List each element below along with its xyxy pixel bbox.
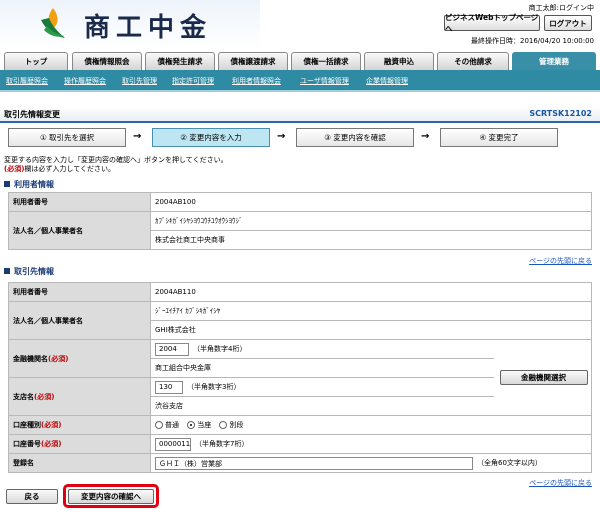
account-type-special-radio[interactable] xyxy=(219,421,228,429)
sub-navigation: 取引履歴照会 操作履歴照会 取引先管理 指定許可管理 利用者情報照会 ユーザ情報… xyxy=(0,70,600,90)
subnav-transaction-history[interactable]: 取引履歴照会 xyxy=(6,76,48,86)
user-name-kana: ｶﾌﾞｼｷｶﾞｲｼﾔｼﾖｳｺｳﾁﾕｳｵｳｼﾖｳｼﾞ xyxy=(150,211,592,231)
brand-logo-text: 商工中金 xyxy=(84,13,213,43)
subnav-divider xyxy=(0,90,600,92)
tab-loan-application[interactable]: 融資申込 xyxy=(364,52,434,70)
user-number-label: 利用者番号 xyxy=(8,192,151,212)
bank-code-note: （半角数字4桁） xyxy=(193,345,247,353)
tab-management[interactable]: 管理業務 xyxy=(512,52,596,70)
user-name-value: 株式会社商工中央商事 xyxy=(150,230,592,250)
account-type-label: 口座種別(必須) xyxy=(8,415,151,435)
subnav-user-info-inquiry[interactable]: 利用者情報照会 xyxy=(232,76,281,86)
step-arrow-icon: → xyxy=(277,131,286,142)
subnav-user-management[interactable]: ユーザ情報管理 xyxy=(300,76,349,86)
bank-select-button[interactable]: 金融機関選択 xyxy=(499,369,588,385)
bank-code-cell: 2004 （半角数字4桁） xyxy=(150,339,494,359)
user-name-label: 法人名／個人事業者名 xyxy=(8,211,151,250)
partner-user-number-label: 利用者番号 xyxy=(8,282,151,302)
required-tag: (必須) xyxy=(34,392,55,401)
partner-name-label: 法人名／個人事業者名 xyxy=(8,301,151,340)
branch-code-input[interactable]: 130 xyxy=(155,380,183,394)
partner-user-number-value: 2004AB110 xyxy=(150,282,592,302)
branch-name-label: 支店名(必須) xyxy=(8,377,151,416)
branch-code-cell: 130 （半角数字3桁） xyxy=(150,377,494,397)
page-title-bar: 取引先情報変更 SCRTSK12102 xyxy=(0,106,600,123)
account-type-current-radio[interactable] xyxy=(187,421,196,429)
logout-button[interactable]: ログアウト xyxy=(544,15,592,31)
last-operation-time: 最終操作日時：2016/04/20 10:00:00 xyxy=(470,37,594,45)
bank-select-cell: 金融機関選択 xyxy=(493,339,592,416)
bank-name-label: 金融機関名(必須) xyxy=(8,339,151,378)
tab-top[interactable]: トップ xyxy=(4,52,68,70)
tab-other-requests[interactable]: その他請求 xyxy=(437,52,509,70)
tab-claim-issue[interactable]: 債権発生請求 xyxy=(145,52,215,70)
account-number-input[interactable]: 0000011 xyxy=(155,437,191,451)
user-number-value: 2004AB100 xyxy=(150,192,592,212)
step-enter-changes: ② 変更内容を入力 xyxy=(152,128,270,147)
tab-bulk-request[interactable]: 債権一括請求 xyxy=(291,52,361,70)
user-info-heading: 利用者情報 xyxy=(4,179,54,190)
header: 商工中金 商工太郎:ログイン中 ビジネスWebトップページへ ログアウト 最終操… xyxy=(0,0,600,50)
step-confirm-changes: ③ 変更内容を確認 xyxy=(296,128,414,147)
bank-code-input[interactable]: 2004 xyxy=(155,342,189,356)
subnav-permission-management[interactable]: 指定許可管理 xyxy=(172,76,214,86)
user-info-table: 利用者番号 2004AB100 法人名／個人事業者名 ｶﾌﾞｼｷｶﾞｲｼﾔｼﾖｳ… xyxy=(8,192,592,250)
step-arrow-icon: → xyxy=(421,131,430,142)
biz-web-top-button[interactable]: ビジネスWebトップページへ xyxy=(444,13,540,33)
subnav-operation-history[interactable]: 操作履歴照会 xyxy=(64,76,106,86)
section-square-icon xyxy=(4,181,10,187)
required-tag: (必須) xyxy=(41,421,62,429)
step-select-partner: ① 取引先を選択 xyxy=(8,128,126,147)
section-square-icon xyxy=(4,268,10,274)
required-tag: (必須) xyxy=(48,354,69,363)
tab-claim-transfer[interactable]: 債権譲渡請求 xyxy=(218,52,288,70)
partner-name-value: GHI株式会社 xyxy=(150,320,592,340)
required-tag: (必須) xyxy=(41,440,62,448)
subnav-company-management[interactable]: 企業情報管理 xyxy=(366,76,408,86)
registered-name-input[interactable]: ＧＨＩ（株）営業部 xyxy=(155,456,473,470)
back-button[interactable]: 戻る xyxy=(6,489,58,504)
partner-info-table: 利用者番号 2004AB110 法人名／個人事業者名 ｼﾞｰｴｲﾁｱｲ ｶﾌﾞｼ… xyxy=(8,282,592,473)
page-title: 取引先情報変更 xyxy=(4,110,60,119)
partner-name-kana: ｼﾞｰｴｲﾁｱｲ ｶﾌﾞｼｷｶﾞｲｼﾔ xyxy=(150,301,592,321)
registered-name-note: （全角60文字以内） xyxy=(477,459,542,467)
page-top-link[interactable]: ページの先頭に戻る xyxy=(529,478,592,488)
step-complete: ④ 変更完了 xyxy=(440,128,558,147)
required-tag: (必須) xyxy=(4,165,25,173)
step-arrow-icon: → xyxy=(133,131,142,142)
page-top-link[interactable]: ページの先頭に戻る xyxy=(529,256,592,266)
logo-mark-icon xyxy=(41,8,65,38)
partner-info-heading: 取引先情報 xyxy=(4,266,54,277)
subnav-partner-management[interactable]: 取引先管理 xyxy=(122,76,157,86)
registered-name-cell: ＧＨＩ（株）営業部 （全角60文字以内） xyxy=(150,453,592,473)
tab-claim-inquiry[interactable]: 債権情報照会 xyxy=(72,52,142,70)
branch-code-note: （半角数字3桁） xyxy=(187,383,241,391)
bank-name-value: 商工組合中央金庫 xyxy=(150,358,494,378)
account-number-note: （半角数字7桁） xyxy=(195,440,249,448)
instruction-line-2: (必須)欄は必ず入力してください。 xyxy=(4,165,115,173)
highlight-frame xyxy=(63,484,159,508)
account-number-label: 口座番号(必須) xyxy=(8,434,151,454)
account-number-cell: 0000011 （半角数字7桁） xyxy=(150,434,592,454)
branch-name-value: 渋谷支店 xyxy=(150,396,494,416)
account-type-ordinary-radio[interactable] xyxy=(155,421,163,429)
main-tab-bar: トップ 債権情報照会 債権発生請求 債権譲渡請求 債権一括請求 融資申込 その他… xyxy=(0,50,600,70)
account-type-options: 普通 当座 別段 xyxy=(150,415,592,435)
screen-code: SCRTSK12102 xyxy=(529,109,592,118)
registered-name-label: 登録名 xyxy=(8,453,151,473)
